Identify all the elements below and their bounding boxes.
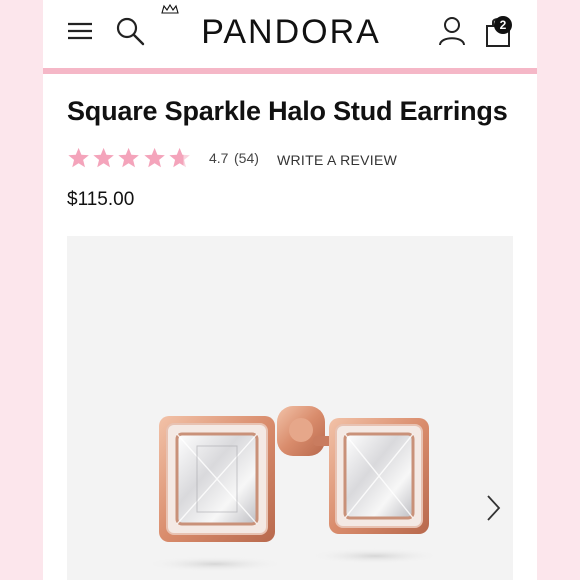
product-page: PANDORA 2 Square Sparkle Halo Stud Earri… xyxy=(43,0,537,580)
user-icon[interactable] xyxy=(435,14,469,48)
header-accent-bar xyxy=(43,68,537,74)
site-header: PANDORA 2 xyxy=(43,0,537,68)
earrings-product-image xyxy=(153,406,433,572)
rating-value: 4.7 xyxy=(209,150,229,166)
rating-stars[interactable] xyxy=(67,146,191,170)
product-image-gallery[interactable] xyxy=(67,236,513,580)
search-icon[interactable] xyxy=(113,14,147,48)
star-icon xyxy=(118,147,140,168)
pandora-logo[interactable]: PANDORA xyxy=(193,12,389,52)
screenshot-frame: PANDORA 2 Square Sparkle Halo Stud Earri… xyxy=(0,0,580,580)
crown-icon xyxy=(161,4,179,14)
write-review-link[interactable]: WRITE A REVIEW xyxy=(277,151,397,169)
hamburger-menu-icon[interactable] xyxy=(65,16,95,46)
review-count[interactable]: (54) xyxy=(234,149,259,167)
star-icon-partial xyxy=(169,147,190,168)
star-icon xyxy=(143,147,165,168)
star-icon xyxy=(68,147,89,168)
star-icon xyxy=(93,147,115,168)
bag-count-badge: 2 xyxy=(494,16,512,34)
chevron-right-icon[interactable] xyxy=(481,492,505,524)
product-price: $115.00 xyxy=(67,189,135,210)
product-title: Square Sparkle Halo Stud Earrings xyxy=(67,96,508,126)
